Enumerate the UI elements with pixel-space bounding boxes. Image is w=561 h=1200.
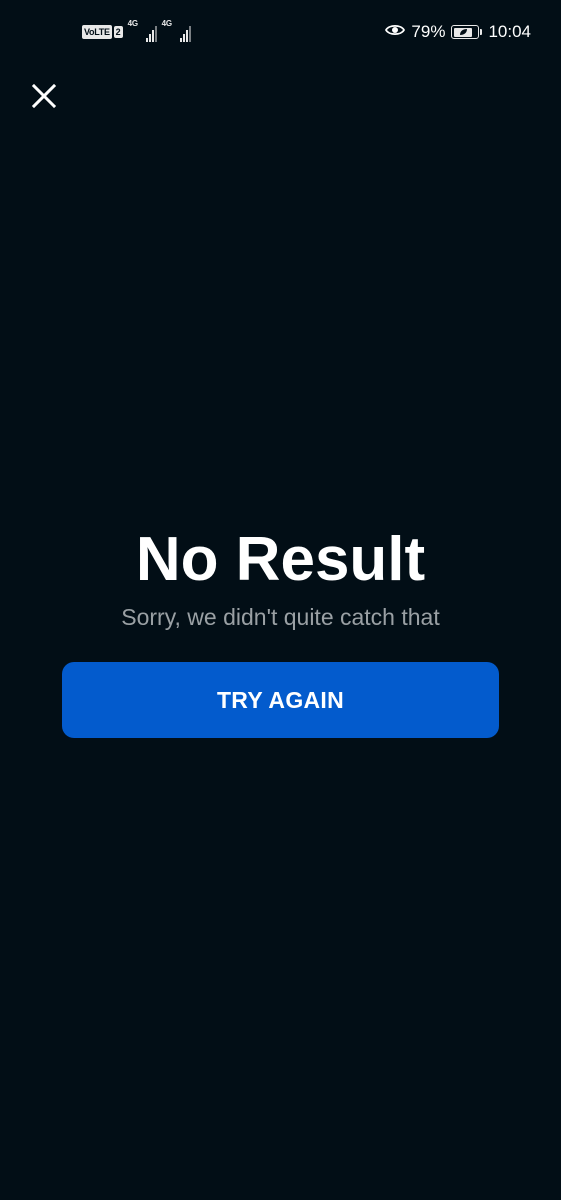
close-button[interactable] — [26, 78, 62, 114]
battery-icon — [451, 25, 483, 39]
result-content: No Result Sorry, we didn't quite catch t… — [0, 520, 561, 632]
try-again-button[interactable]: TRY AGAIN — [62, 662, 499, 738]
clock: 10:04 — [488, 22, 531, 41]
signal-bars-sim2 — [179, 26, 191, 42]
signal-bars-sim1 — [145, 26, 157, 42]
status-left: VoLTE 2 4G 4G — [82, 19, 191, 42]
sim-number: 2 — [113, 26, 123, 38]
volte-label: VoLTE — [82, 25, 112, 39]
battery-fill — [453, 27, 473, 37]
close-icon — [32, 84, 56, 108]
result-subtitle: Sorry, we didn't quite catch that — [121, 604, 440, 630]
signal-icon-sim2: 4G — [161, 19, 191, 42]
status-right: 79% 10:04 — [385, 20, 531, 44]
battery-percent: 79% — [411, 22, 446, 41]
network-type-sim1: 4G — [127, 19, 138, 28]
status-bar: VoLTE 2 4G 4G 79% 10:04 — [0, 0, 561, 64]
volte-indicator: VoLTE 2 — [82, 25, 123, 39]
eye-icon — [385, 22, 406, 42]
network-type-sim2: 4G — [161, 19, 172, 28]
signal-icon-sim1: 4G — [127, 19, 157, 42]
page-title: No Result — [135, 525, 426, 594]
